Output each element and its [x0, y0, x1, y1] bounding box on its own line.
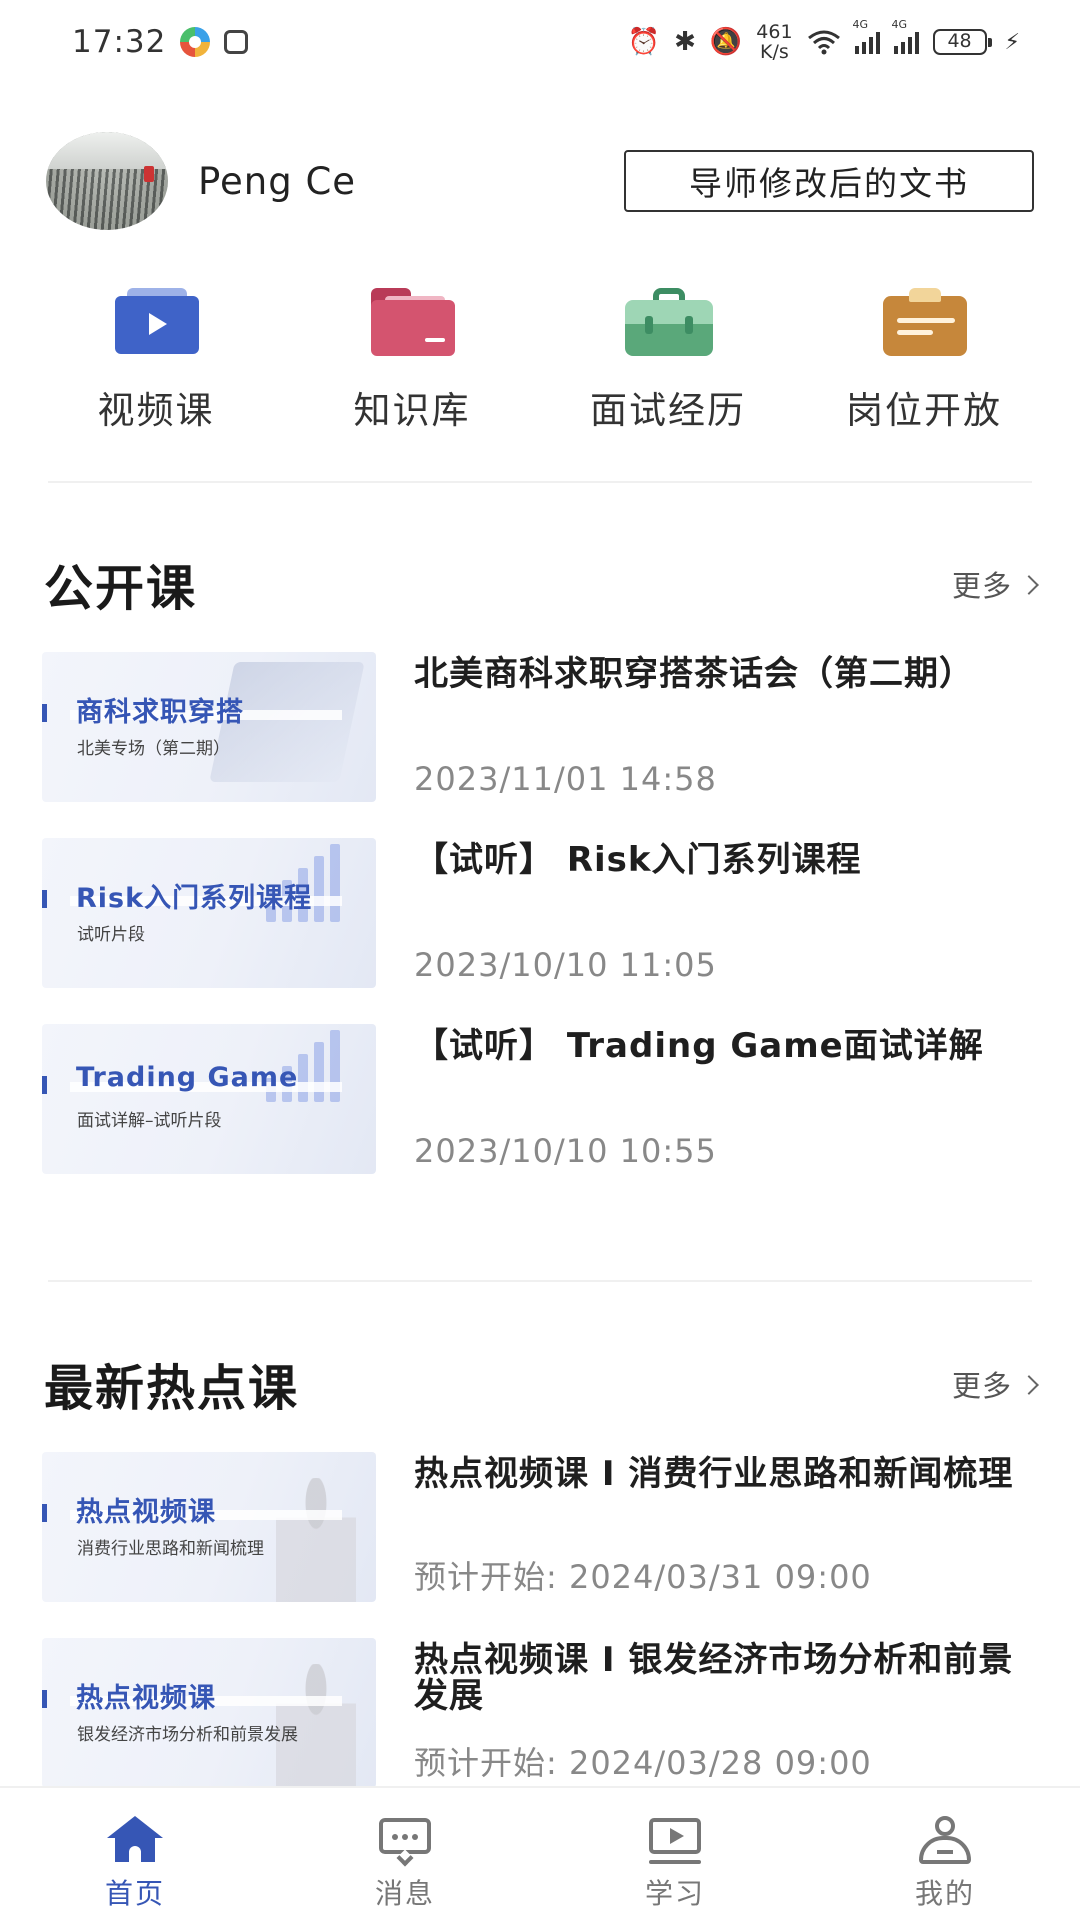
network-type-2: 4G [891, 18, 908, 31]
course-title: 热点视频课 I 消费行业思路和新闻梳理 [414, 1454, 1014, 1494]
course-item[interactable]: 热点视频课 消费行业思路和新闻梳理 热点视频课 I 消费行业思路和新闻梳理 预计… [42, 1452, 1036, 1602]
bottom-tab-bar: 首页 消息 学习 我的 [0, 1786, 1080, 1920]
course-date: 预计开始: 2024/03/31 09:00 [414, 1558, 872, 1596]
course-thumbnail: 热点视频课 银发经济市场分析和前景发展 [42, 1638, 376, 1788]
quick-nav-label: 面试经历 [590, 389, 746, 432]
tab-label: 学习 [644, 1877, 705, 1910]
wifi-icon [807, 30, 840, 55]
divider [48, 481, 1032, 483]
charging-icon: ⚡ [1004, 29, 1020, 55]
course-title: 北美商科求职穿搭茶话会（第二期） [414, 654, 974, 694]
divider [48, 1280, 1032, 1282]
more-label: 更多 [951, 569, 1012, 603]
status-left: 17:32 [72, 24, 249, 60]
signal-icon-2: 4G [892, 18, 919, 54]
quick-nav-job-openings[interactable]: 岗位开放 [804, 288, 1044, 438]
course-info: 【试听】 Trading Game面试详解 2023/10/10 10:55 [414, 1024, 1036, 1174]
message-icon [377, 1816, 433, 1867]
quick-nav: 视频课 知识库 面试经历 岗位开放 [0, 288, 1080, 438]
quick-nav-interview-experience[interactable]: 面试经历 [548, 288, 788, 438]
thumbnail-subtitle: 消费行业思路和新闻梳理 [77, 1539, 264, 1559]
tab-learn[interactable]: 学习 [575, 1788, 775, 1912]
course-item[interactable]: 热点视频课 银发经济市场分析和前景发展 热点视频课 I 银发经济市场分析和前景发… [42, 1638, 1036, 1788]
quick-nav-video-course[interactable]: 视频课 [36, 288, 276, 438]
chevron-right-icon [1019, 575, 1039, 595]
speed-unit: K/s [760, 41, 789, 63]
more-label: 更多 [951, 1369, 1012, 1403]
thumbnail-title: 热点视频课 [76, 1497, 216, 1528]
course-thumbnail: 热点视频课 消费行业思路和新闻梳理 [42, 1452, 376, 1602]
bluetooth-icon: ✱ [674, 27, 696, 57]
clipboard-icon [879, 288, 969, 358]
course-date: 2023/10/10 10:55 [414, 1132, 717, 1170]
course-item[interactable]: 商科求职穿搭 北美专场（第二期） 北美商科求职穿搭茶话会（第二期） 2023/1… [42, 652, 1036, 802]
course-title: 热点视频课 I 银发经济市场分析和前景发展 [414, 1640, 1014, 1716]
course-item[interactable]: Trading Game 面试详解–试听片段 【试听】 Trading Game… [42, 1024, 1036, 1174]
status-bar: 17:32 ⏰ ✱ 🔕 461 K/s 4G 4G 48 ⚡ [0, 0, 1080, 84]
section-title: 公开课 [44, 559, 198, 617]
course-info: 北美商科求职穿搭茶话会（第二期） 2023/11/01 14:58 [414, 652, 1036, 802]
open-courses-header: 公开课 更多 [44, 554, 1039, 617]
course-date: 预计开始: 2024/03/28 09:00 [414, 1744, 872, 1782]
course-info: 热点视频课 I 消费行业思路和新闻梳理 预计开始: 2024/03/31 09:… [414, 1452, 1036, 1602]
course-date: 2023/10/10 11:05 [414, 946, 717, 984]
revised-documents-button[interactable]: 导师修改后的文书 [624, 150, 1034, 212]
tab-messages[interactable]: 消息 [305, 1788, 505, 1912]
thumbnail-subtitle: 面试详解–试听片段 [77, 1111, 222, 1131]
user-name: Peng Ce [198, 159, 357, 203]
open-courses-more-link[interactable]: 更多 [951, 563, 1039, 605]
status-time: 17:32 [72, 24, 167, 60]
course-thumbnail: 商科求职穿搭 北美专场（第二期） [42, 652, 376, 802]
tab-label: 我的 [914, 1877, 975, 1910]
course-date: 2023/11/01 14:58 [414, 760, 717, 798]
course-info: 【试听】 Risk入门系列课程 2023/10/10 11:05 [414, 838, 1036, 988]
profile-icon [917, 1816, 973, 1864]
quick-nav-knowledge-base[interactable]: 知识库 [292, 288, 532, 438]
tab-label: 消息 [374, 1877, 435, 1910]
folder-icon [367, 288, 457, 358]
briefcase-icon [623, 288, 713, 358]
status-right: ⏰ ✱ 🔕 461 K/s 4G 4G 48 ⚡ [627, 18, 1020, 62]
home-icon [107, 1816, 163, 1864]
thumbnail-title: 商科求职穿搭 [76, 697, 244, 728]
speed-value: 461 [756, 21, 793, 43]
tab-home[interactable]: 首页 [35, 1788, 235, 1912]
quick-nav-label: 岗位开放 [846, 389, 1002, 432]
course-info: 热点视频课 I 银发经济市场分析和前景发展 预计开始: 2024/03/28 0… [414, 1638, 1036, 1788]
thumbnail-title: 热点视频课 [76, 1683, 216, 1714]
course-title: 【试听】 Trading Game面试详解 [414, 1026, 984, 1066]
course-thumbnail: Trading Game 面试详解–试听片段 [42, 1024, 376, 1174]
video-icon [111, 288, 201, 358]
hot-courses-header: 最新热点课 更多 [44, 1354, 1039, 1417]
thumbnail-title: Trading Game [76, 1062, 299, 1093]
thumbnail-subtitle: 试听片段 [77, 925, 145, 945]
network-type-1: 4G [852, 18, 869, 31]
network-speed: 461 K/s [756, 22, 792, 62]
profile-row: Peng Ce 导师修改后的文书 [46, 131, 1034, 231]
thumbnail-subtitle: 北美专场（第二期） [77, 739, 230, 759]
tab-label: 首页 [104, 1877, 165, 1910]
course-title: 【试听】 Risk入门系列课程 [414, 840, 862, 880]
signal-icon: 4G [853, 18, 880, 54]
course-item[interactable]: Risk入门系列课程 试听片段 【试听】 Risk入门系列课程 2023/10/… [42, 838, 1036, 988]
battery-icon: 48 [932, 29, 992, 55]
quick-nav-label: 知识库 [353, 389, 471, 432]
course-thumbnail: Risk入门系列课程 试听片段 [42, 838, 376, 988]
learn-icon [647, 1816, 703, 1864]
thumbnail-subtitle: 银发经济市场分析和前景发展 [77, 1725, 298, 1745]
quick-nav-label: 视频课 [97, 389, 215, 432]
tab-profile[interactable]: 我的 [845, 1788, 1045, 1912]
chevron-right-icon [1019, 1375, 1039, 1395]
avatar[interactable] [46, 132, 168, 230]
thumbnail-title: Risk入门系列课程 [76, 883, 313, 914]
app-notification-icon [180, 27, 211, 57]
section-title: 最新热点课 [44, 1359, 300, 1417]
mute-icon: 🔕 [709, 27, 743, 57]
hot-courses-more-link[interactable]: 更多 [951, 1363, 1039, 1405]
robot-icon [224, 30, 249, 54]
alarm-icon: ⏰ [627, 27, 661, 57]
